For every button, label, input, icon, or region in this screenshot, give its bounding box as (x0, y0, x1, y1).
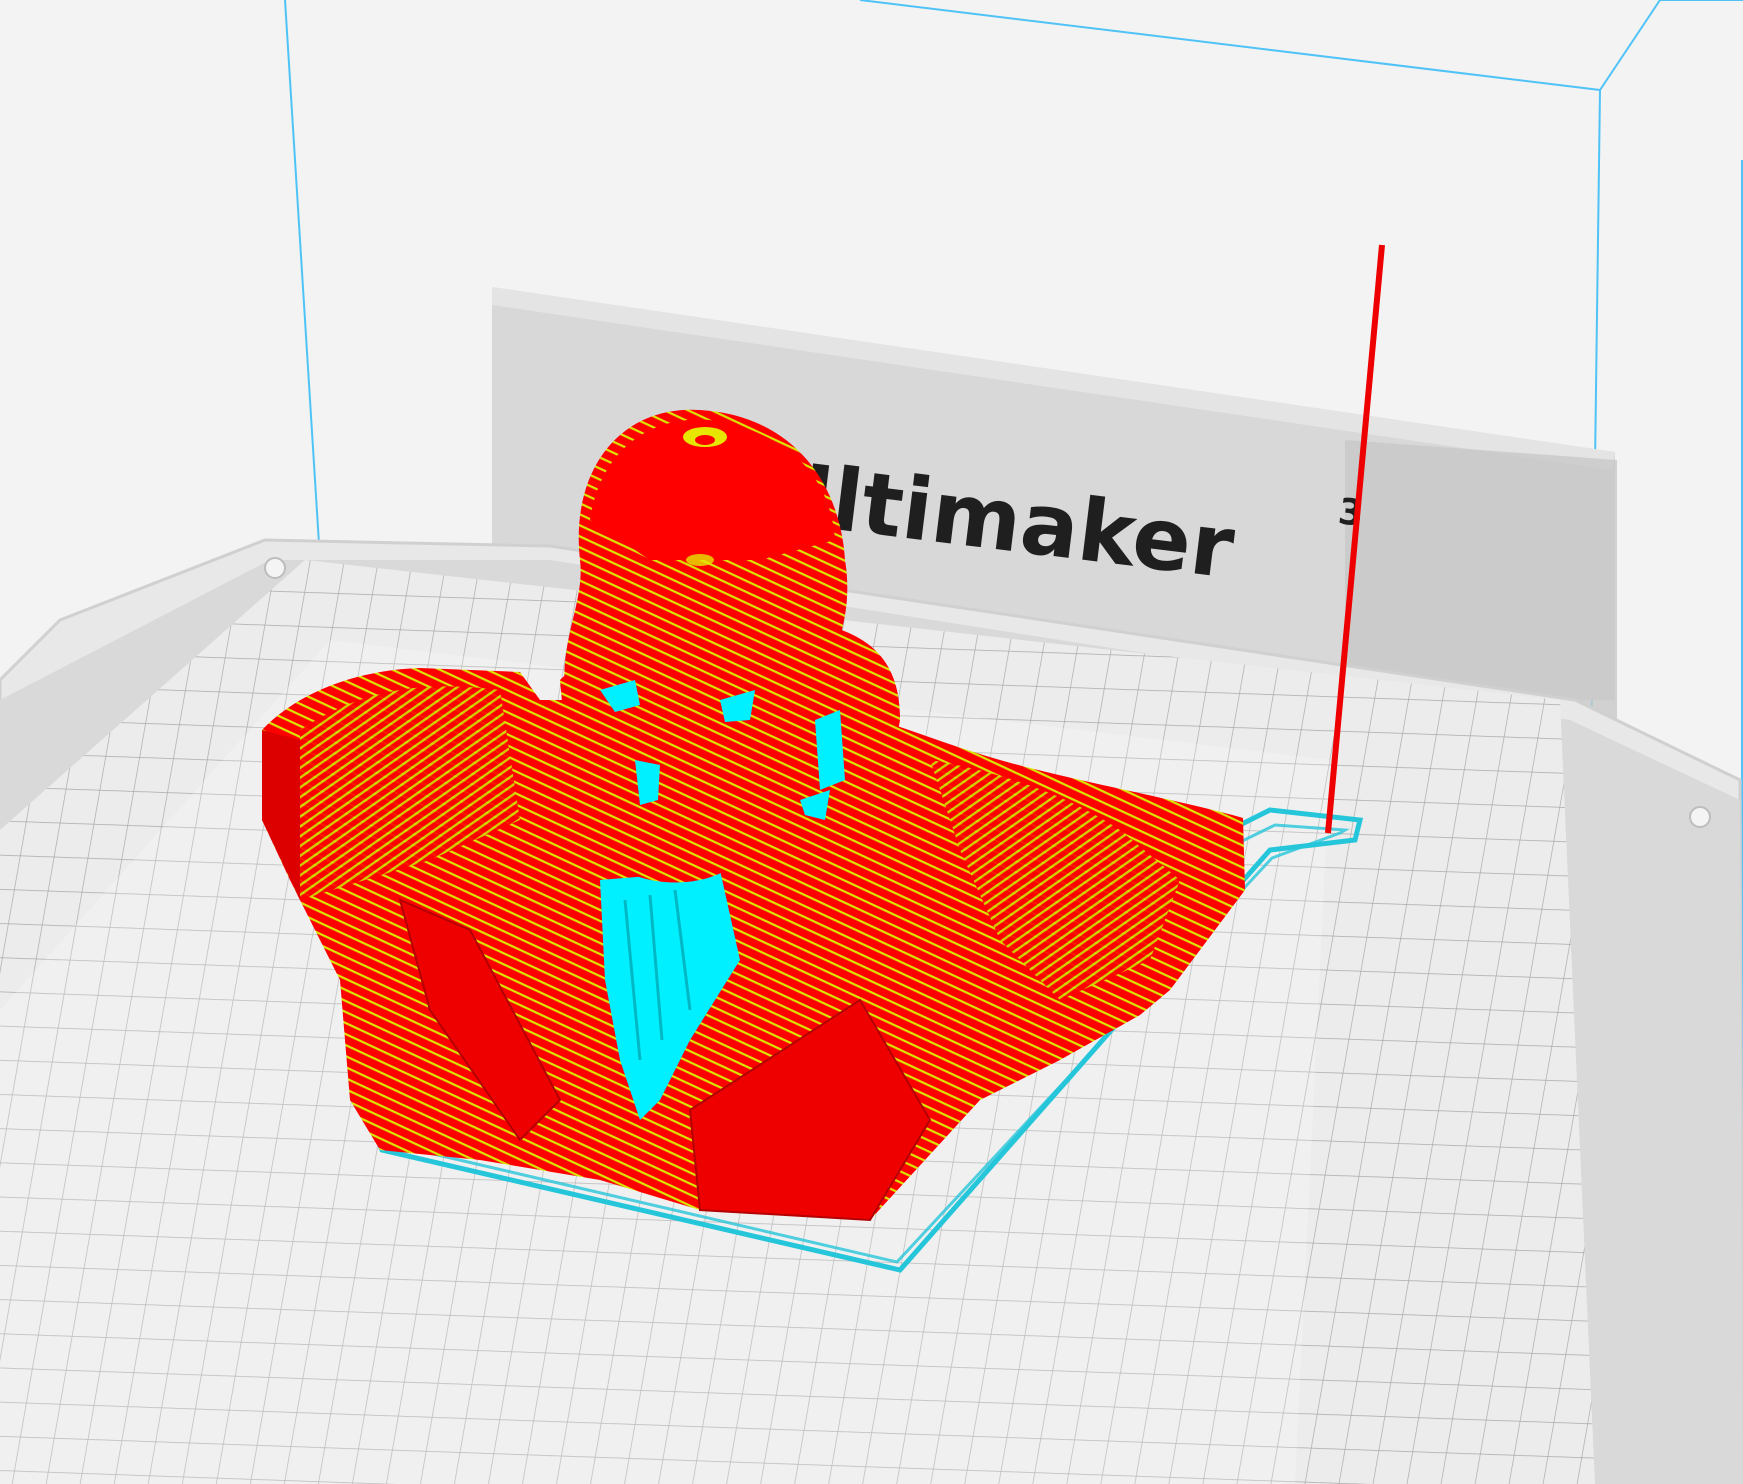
3d-viewport[interactable]: Ultimaker 3 (0, 0, 1743, 1484)
scene-canvas[interactable]: Ultimaker 3 (0, 0, 1743, 1484)
